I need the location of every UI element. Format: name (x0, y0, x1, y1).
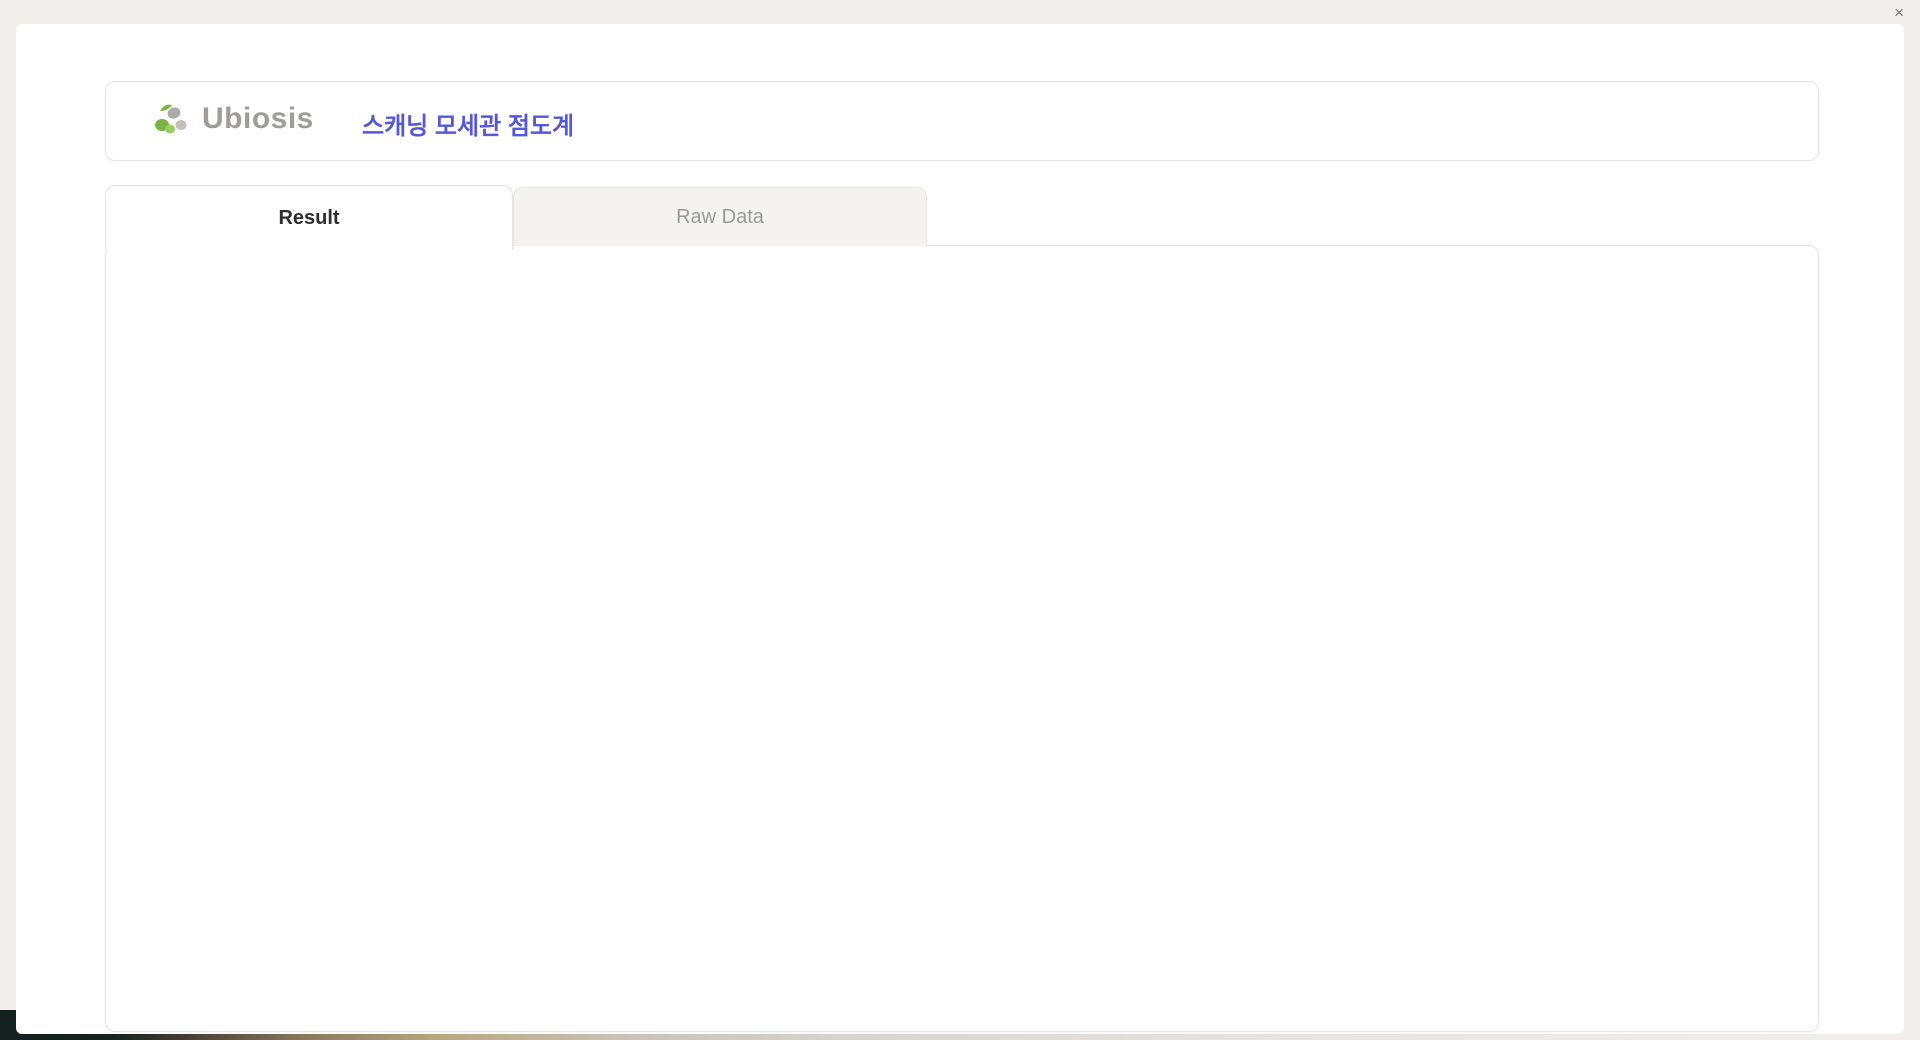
brand-text: Ubiosis (202, 102, 314, 135)
tab-result-label: Result (278, 206, 340, 229)
header: Ubiosis 스캐닝 모세관 점도계 (105, 81, 1819, 161)
page-title: 스캐닝 모세관 점도계 (362, 113, 575, 140)
tab-raw-data[interactable]: Raw Data (513, 187, 927, 246)
close-icon[interactable]: × (1894, 2, 1904, 24)
content-panel (105, 245, 1819, 1032)
ubiosis-logo-icon (155, 104, 187, 134)
tab-result[interactable]: Result (105, 185, 513, 250)
tab-raw-data-label: Raw Data (676, 205, 764, 228)
desktop: × Ubiosis 스캐닝 모세관 점도계 Result Raw Data (0, 0, 1920, 1040)
app-window: Ubiosis 스캐닝 모세관 점도계 Result Raw Data i Fi… (16, 24, 1904, 1034)
brand-logo: Ubiosis (150, 99, 314, 139)
